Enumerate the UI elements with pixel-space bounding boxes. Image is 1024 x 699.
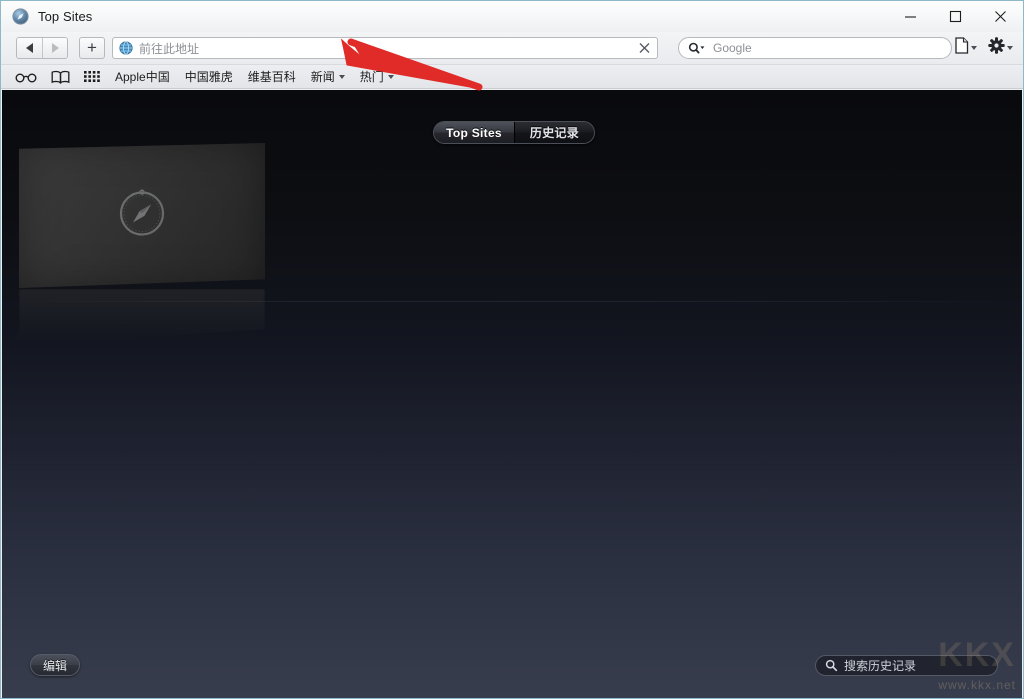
search-magnifier-icon xyxy=(825,659,838,672)
address-bar-placeholder: 前往此地址 xyxy=(139,41,200,56)
top-sites-view: Top Sites 历史记录 编辑 搜索历史记录 KKX www.kkx.net xyxy=(2,90,1022,698)
minimize-button[interactable] xyxy=(888,1,933,31)
forward-button[interactable] xyxy=(42,38,67,58)
bookmark-wikipedia[interactable]: 维基百科 xyxy=(248,68,296,85)
view-mode-toggle: Top Sites 历史记录 xyxy=(433,121,595,144)
top-site-tile-empty[interactable] xyxy=(19,143,265,288)
close-button[interactable] xyxy=(978,1,1023,31)
safari-compass-icon xyxy=(116,187,168,244)
new-tab-button[interactable]: + xyxy=(79,37,105,59)
book-bookmarks-icon[interactable] xyxy=(51,70,70,84)
forward-arrow-icon xyxy=(51,43,59,53)
top-sites-grid-icon[interactable] xyxy=(84,70,100,84)
tab-top-sites[interactable]: Top Sites xyxy=(434,122,514,143)
clear-x-icon[interactable] xyxy=(638,42,651,55)
history-search-input[interactable]: 搜索历史记录 xyxy=(815,655,998,676)
bookmark-folder-popular[interactable]: 热门 xyxy=(360,68,394,85)
chevron-down-icon xyxy=(1007,46,1013,50)
page-document-icon xyxy=(955,37,969,59)
browser-toolbar: + 前往此地址 Google xyxy=(1,32,1023,65)
bookmark-label: 中国雅虎 xyxy=(184,70,233,84)
chevron-down-icon xyxy=(971,46,977,50)
search-magnifier-icon[interactable] xyxy=(688,42,705,55)
watermark-url: www.kkx.net xyxy=(938,678,1016,692)
back-arrow-icon xyxy=(26,43,33,53)
safari-compass-icon xyxy=(12,8,29,25)
chevron-down-icon xyxy=(338,74,345,79)
browser-window: Top Sites + 前往此地址 Google Apple中国 中国雅虎 维基… xyxy=(0,0,1024,699)
bookmark-label: 新闻 xyxy=(310,70,335,84)
globe-icon xyxy=(119,41,133,55)
back-button[interactable] xyxy=(17,38,42,58)
toolbar-right-buttons xyxy=(955,37,1013,59)
tile-reflection xyxy=(19,289,265,345)
bookmark-label: Apple中国 xyxy=(115,70,170,84)
history-search-placeholder: 搜索历史记录 xyxy=(844,659,917,673)
bookmark-label: 维基百科 xyxy=(247,70,296,84)
settings-button[interactable] xyxy=(988,37,1013,59)
bookmark-yahoo-china[interactable]: 中国雅虎 xyxy=(185,68,233,85)
maximize-button[interactable] xyxy=(933,1,978,31)
search-bar[interactable]: Google xyxy=(678,37,952,59)
page-actions-button[interactable] xyxy=(955,37,977,59)
title-bar: Top Sites xyxy=(1,1,1023,32)
gear-icon xyxy=(988,37,1005,59)
chevron-down-icon xyxy=(387,74,394,79)
reading-glasses-icon[interactable] xyxy=(15,71,37,83)
bookmark-label: 热门 xyxy=(359,70,384,84)
edit-button[interactable]: 编辑 xyxy=(30,654,81,676)
navigation-buttons xyxy=(16,37,68,59)
address-bar[interactable]: 前往此地址 xyxy=(112,37,658,59)
tab-history[interactable]: 历史记录 xyxy=(514,122,594,143)
window-controls xyxy=(888,1,1023,31)
search-bar-placeholder: Google xyxy=(713,41,752,55)
bookmarks-bar: Apple中国 中国雅虎 维基百科 新闻 热门 xyxy=(1,65,1023,89)
bookmark-folder-news[interactable]: 新闻 xyxy=(311,68,345,85)
window-title: Top Sites xyxy=(38,9,93,24)
bookmark-apple-china[interactable]: Apple中国 xyxy=(115,68,170,85)
